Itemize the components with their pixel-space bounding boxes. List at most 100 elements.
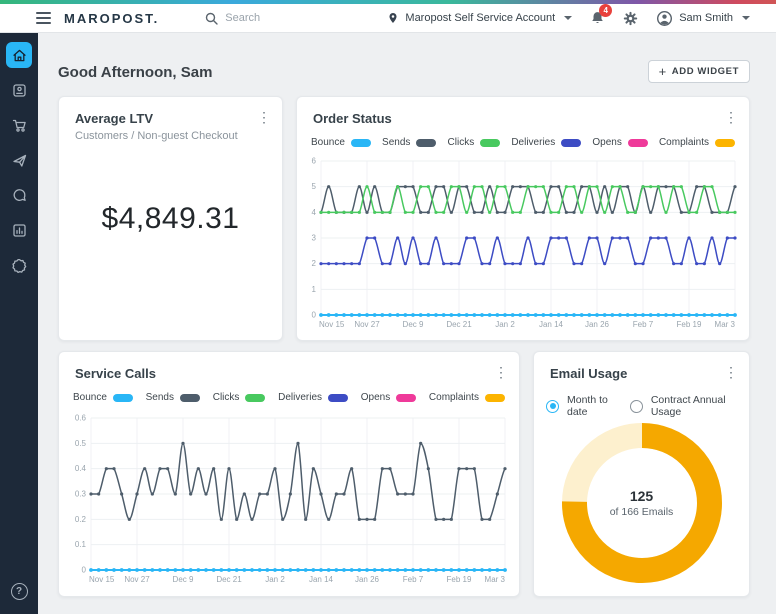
legend-swatch bbox=[180, 394, 200, 402]
svg-text:Dec 21: Dec 21 bbox=[446, 320, 472, 329]
maropost-logo: MAROPOST. bbox=[64, 11, 159, 26]
legend-item-opens[interactable]: Opens bbox=[592, 137, 647, 148]
legend-label: Opens bbox=[361, 392, 390, 403]
legend-swatch bbox=[245, 394, 265, 402]
legend-item-sends[interactable]: Sends bbox=[382, 137, 436, 148]
sidebar-item-home[interactable] bbox=[6, 42, 32, 68]
legend-item-sends[interactable]: Sends bbox=[146, 392, 200, 403]
svg-text:Jan 26: Jan 26 bbox=[355, 575, 380, 584]
legend-item-bounce[interactable]: Bounce bbox=[311, 137, 371, 148]
svg-text:0.4: 0.4 bbox=[75, 464, 87, 473]
gear-icon bbox=[623, 11, 638, 26]
radio-contract-annual-label[interactable]: Contract Annual Usage bbox=[651, 394, 743, 418]
svg-text:Jan 14: Jan 14 bbox=[539, 320, 564, 329]
chevron-down-icon bbox=[564, 16, 572, 20]
card-title: Order Status bbox=[313, 111, 392, 126]
svg-text:0.1: 0.1 bbox=[75, 540, 87, 549]
card-menu-button[interactable]: ⋮ bbox=[491, 362, 511, 382]
svg-text:Jan 2: Jan 2 bbox=[265, 575, 285, 584]
legend-item-complaints[interactable]: Complaints bbox=[659, 137, 735, 148]
user-menu[interactable]: Sam Smith bbox=[656, 10, 750, 27]
help-button[interactable]: ? bbox=[11, 583, 28, 600]
avatar-icon bbox=[656, 10, 673, 27]
svg-text:2: 2 bbox=[312, 259, 317, 268]
legend-label: Opens bbox=[592, 137, 621, 148]
radio-month-to-date-label[interactable]: Month to date bbox=[567, 394, 622, 418]
legend-swatch bbox=[715, 139, 735, 147]
order-status-chart: Nov 15Nov 27Dec 9Dec 21Jan 2Jan 14Jan 26… bbox=[303, 155, 743, 336]
card-menu-button[interactable]: ⋮ bbox=[721, 107, 741, 127]
legend-label: Bounce bbox=[73, 392, 107, 403]
svg-text:0: 0 bbox=[82, 566, 87, 575]
legend-label: Deliveries bbox=[278, 392, 322, 403]
settings-button[interactable] bbox=[623, 11, 638, 26]
svg-text:0.3: 0.3 bbox=[75, 490, 87, 499]
menu-toggle-button[interactable] bbox=[36, 12, 51, 24]
legend-label: Complaints bbox=[659, 137, 709, 148]
service-calls-legend: Bounce Sends Clicks Deliveries Opens Complain… bbox=[73, 392, 505, 403]
legend-label: Clicks bbox=[448, 137, 475, 148]
card-title: Service Calls bbox=[75, 366, 156, 381]
account-selector[interactable]: Maropost Self Service Account bbox=[387, 11, 572, 25]
sidebar-item-contacts[interactable] bbox=[6, 77, 32, 103]
svg-text:Mar 3: Mar 3 bbox=[485, 575, 506, 584]
legend-swatch bbox=[416, 139, 436, 147]
add-widget-label: ADD WIDGET bbox=[672, 66, 739, 77]
legend-item-clicks[interactable]: Clicks bbox=[213, 392, 266, 403]
location-pin-icon bbox=[387, 11, 399, 25]
sidebar-item-campaigns[interactable] bbox=[6, 147, 32, 173]
svg-text:Feb 7: Feb 7 bbox=[403, 575, 424, 584]
sidebar-item-integrations[interactable] bbox=[6, 252, 32, 278]
legend-item-bounce[interactable]: Bounce bbox=[73, 392, 133, 403]
topbar-right-cluster: Maropost Self Service Account 4 bbox=[387, 10, 750, 27]
sidebar-item-commerce[interactable] bbox=[6, 112, 32, 138]
card-title: Email Usage bbox=[550, 366, 627, 381]
svg-text:Feb 19: Feb 19 bbox=[677, 320, 702, 329]
legend-swatch bbox=[113, 394, 133, 402]
add-widget-button[interactable]: + ADD WIDGET bbox=[648, 60, 750, 83]
radio-contract-annual[interactable] bbox=[630, 400, 643, 413]
order-status-card: Order Status ⋮ Bounce Sends Clicks Deliveri… bbox=[296, 96, 750, 341]
svg-text:Nov 27: Nov 27 bbox=[354, 320, 380, 329]
card-menu-button[interactable]: ⋮ bbox=[721, 362, 741, 382]
account-selector-label: Maropost Self Service Account bbox=[405, 12, 555, 24]
search-icon bbox=[205, 12, 218, 25]
svg-text:0.6: 0.6 bbox=[75, 414, 87, 423]
shopping-cart-icon bbox=[11, 117, 28, 134]
notification-badge: 4 bbox=[599, 4, 612, 17]
legend-swatch bbox=[480, 139, 500, 147]
sidebar-item-reports[interactable] bbox=[6, 217, 32, 243]
search-box[interactable] bbox=[205, 12, 375, 25]
legend-swatch bbox=[561, 139, 581, 147]
legend-item-deliveries[interactable]: Deliveries bbox=[278, 392, 348, 403]
sidebar-item-chat[interactable] bbox=[6, 182, 32, 208]
notifications-button[interactable]: 4 bbox=[590, 10, 605, 26]
order-status-legend: Bounce Sends Clicks Deliveries Opens Complain… bbox=[311, 137, 735, 148]
svg-text:Mar 3: Mar 3 bbox=[715, 320, 736, 329]
legend-label: Sends bbox=[382, 137, 410, 148]
page-title: Good Afternoon, Sam bbox=[58, 64, 212, 81]
legend-item-opens[interactable]: Opens bbox=[361, 392, 416, 403]
svg-text:Jan 14: Jan 14 bbox=[309, 575, 334, 584]
card-subtitle: Customers / Non-guest Checkout bbox=[75, 130, 238, 142]
email-usage-card: Email Usage ⋮ Month to date Contract Ann… bbox=[533, 351, 750, 597]
search-input[interactable] bbox=[225, 12, 375, 24]
svg-text:Nov 15: Nov 15 bbox=[89, 575, 115, 584]
legend-swatch bbox=[396, 394, 416, 402]
svg-text:Dec 9: Dec 9 bbox=[173, 575, 194, 584]
contact-card-icon bbox=[11, 82, 28, 99]
top-bar: MAROPOST. Maropost Self Service Account … bbox=[0, 4, 776, 33]
legend-item-clicks[interactable]: Clicks bbox=[448, 137, 501, 148]
svg-text:6: 6 bbox=[312, 157, 317, 166]
svg-text:4: 4 bbox=[312, 208, 317, 217]
radio-month-to-date[interactable] bbox=[546, 400, 559, 413]
svg-text:0.2: 0.2 bbox=[75, 515, 87, 524]
legend-item-complaints[interactable]: Complaints bbox=[429, 392, 505, 403]
svg-text:5: 5 bbox=[312, 182, 317, 191]
plus-icon: + bbox=[659, 64, 667, 79]
service-calls-card: Service Calls ⋮ Bounce Sends Clicks Deliver… bbox=[58, 351, 520, 597]
legend-item-deliveries[interactable]: Deliveries bbox=[511, 137, 581, 148]
svg-text:Jan 2: Jan 2 bbox=[495, 320, 515, 329]
card-menu-button[interactable]: ⋮ bbox=[254, 107, 274, 127]
svg-text:Jan 26: Jan 26 bbox=[585, 320, 610, 329]
